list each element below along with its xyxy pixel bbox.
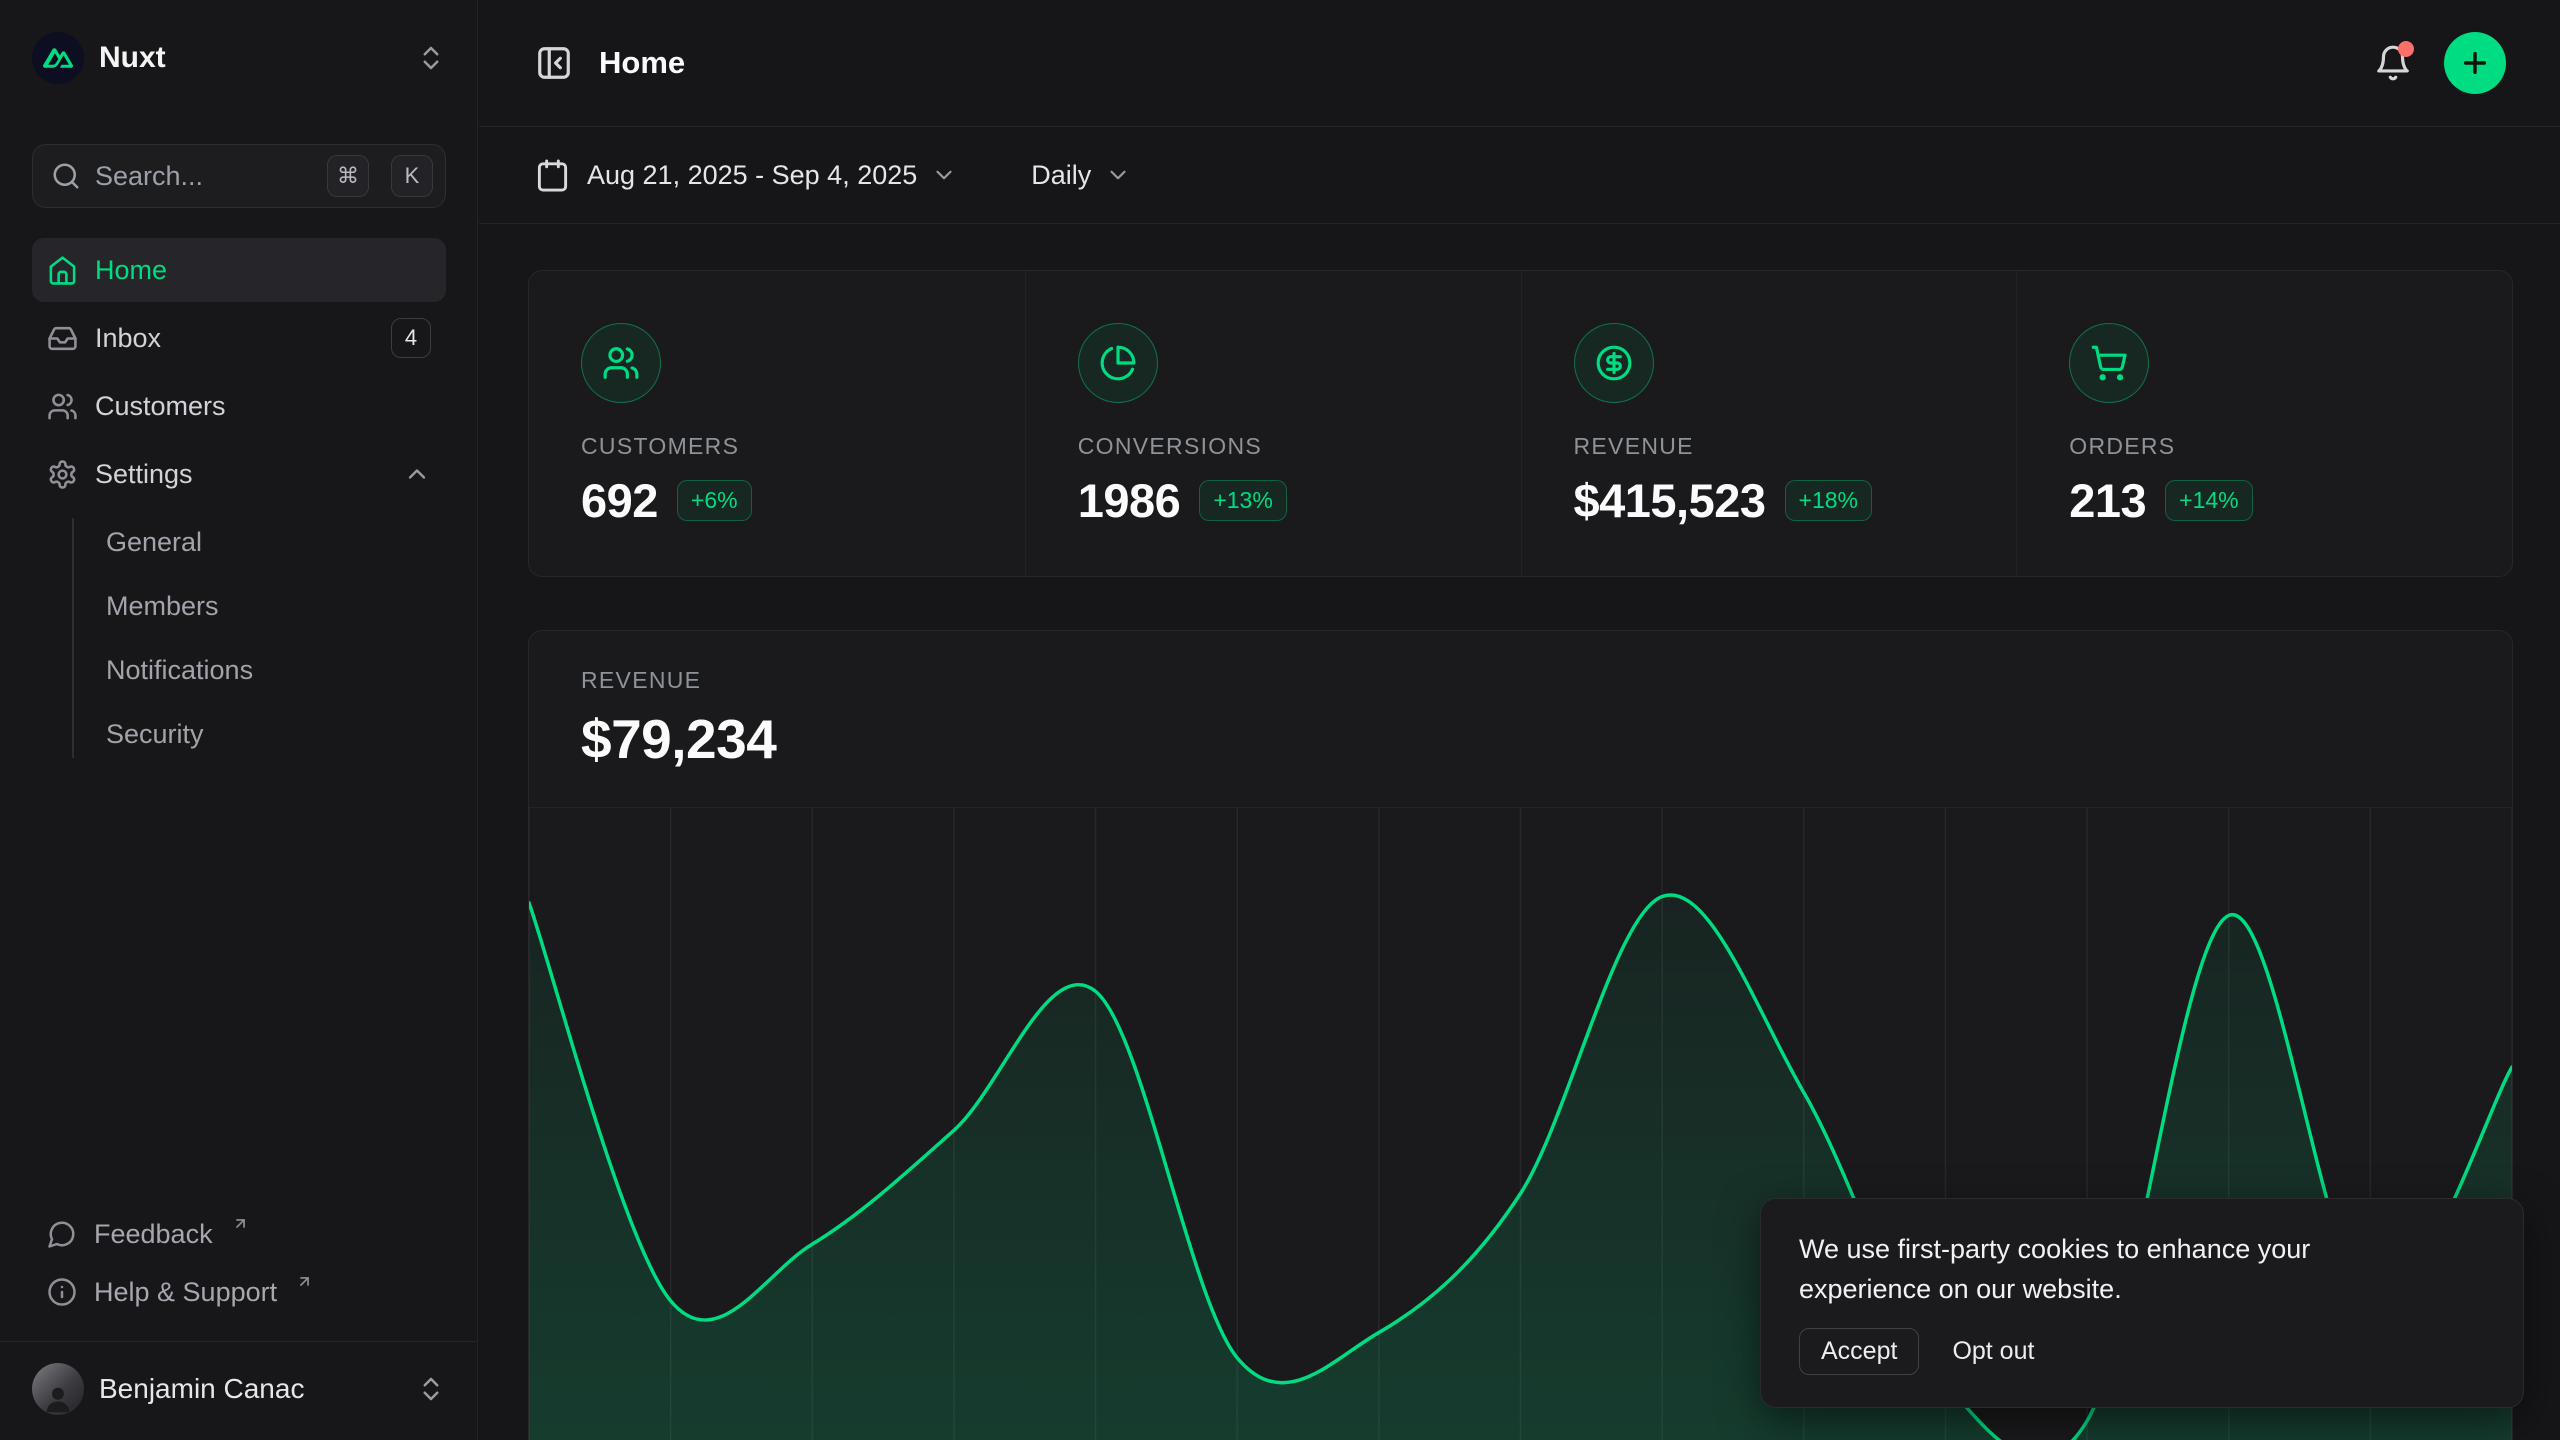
stat-value: 692 [581,473,658,528]
shopping-cart-icon [2069,323,2149,403]
sidebar-item-customers[interactable]: Customers [32,374,446,438]
cookie-actions: Accept Opt out [1799,1328,2485,1375]
gear-icon [47,459,78,490]
filter-bar: Aug 21, 2025 - Sep 4, 2025 Daily [479,127,2560,224]
date-range-picker[interactable]: Aug 21, 2025 - Sep 4, 2025 [587,160,917,191]
stat-revenue[interactable]: REVENUE $415,523 +18% [1521,271,2017,576]
calendar-icon [535,158,570,193]
page-header: Home [479,0,2560,127]
accept-button[interactable]: Accept [1799,1328,1919,1375]
feedback-label: Feedback [94,1219,213,1250]
feedback-link[interactable]: Feedback [32,1205,446,1263]
nuxt-logo-icon [32,32,84,84]
chevron-up-icon [403,460,431,488]
stat-delta-badge: +14% [2165,480,2252,521]
workspace-switcher[interactable]: Nuxt [32,26,446,90]
chevrons-up-down-icon [416,1374,446,1404]
sidebar-item-security[interactable]: Security [106,702,446,766]
search-input[interactable]: Search... ⌘ K [32,144,446,208]
sidebar-item-general[interactable]: General [106,510,446,574]
sidebar-item-label: Customers [95,391,226,422]
sidebar: Nuxt Search... ⌘ K Home [0,0,478,1440]
sidebar-item-inbox[interactable]: Inbox 4 [32,306,446,370]
stat-value: 213 [2069,473,2146,528]
stat-value: 1986 [1078,473,1181,528]
external-link-icon [232,1215,249,1232]
sidebar-item-members[interactable]: Members [106,574,446,638]
users-icon [581,323,661,403]
sidebar-item-notifications[interactable]: Notifications [106,638,446,702]
sidebar-nav: Home Inbox 4 Customers Settings [32,238,446,768]
help-support-label: Help & Support [94,1277,277,1308]
stat-orders[interactable]: ORDERS 213 +14% [2016,271,2512,576]
subnav-label: General [106,527,202,558]
stat-delta-badge: +13% [1199,480,1286,521]
sidebar-item-settings[interactable]: Settings [32,442,446,506]
revenue-chart-header: REVENUE $79,234 [529,631,2512,807]
cookie-banner: We use first-party cookies to enhance yo… [1760,1198,2524,1408]
subnav-label: Security [106,719,204,750]
home-icon [47,255,78,286]
user-name: Benjamin Canac [99,1373,304,1405]
workspace-name: Nuxt [99,41,166,75]
inbox-icon [47,323,78,354]
stat-customers[interactable]: CUSTOMERS 692 +6% [529,271,1025,576]
inbox-count-badge: 4 [391,318,431,358]
notification-dot [2398,41,2414,57]
stat-value: $415,523 [1574,473,1766,528]
stat-label: ORDERS [2069,433,2512,460]
help-support-link[interactable]: Help & Support [32,1263,446,1321]
dollar-circle-icon [1574,323,1654,403]
users-icon [47,391,78,422]
kbd-k: K [391,155,433,197]
stat-label: CONVERSIONS [1078,433,1521,460]
stat-conversions[interactable]: CONVERSIONS 1986 +13% [1025,271,1521,576]
sidebar-item-home[interactable]: Home [32,238,446,302]
external-link-icon [296,1273,313,1290]
notifications-bell-button[interactable] [2374,44,2412,82]
sidebar-item-label: Inbox [95,323,161,354]
settings-subnav: General Members Notifications Security [32,510,446,766]
dashboard-app: Nuxt Search... ⌘ K Home [0,0,2560,1440]
revenue-chart-label: REVENUE [581,667,2512,694]
chevron-down-icon [1105,162,1131,188]
add-button[interactable] [2444,32,2506,94]
stat-delta-badge: +18% [1785,480,1872,521]
search-icon [51,161,81,191]
user-menu[interactable]: Benjamin Canac [32,1342,446,1440]
sidebar-item-label: Home [95,255,167,286]
stats-card: CUSTOMERS 692 +6% CONVERSIONS 1986 +13% [528,270,2513,577]
search-placeholder: Search... [95,161,313,192]
avatar [32,1363,84,1415]
sidebar-footer: Feedback Help & Support Benjami [32,1205,446,1440]
message-bubble-icon [47,1219,77,1249]
stat-label: CUSTOMERS [581,433,1025,460]
page-title: Home [599,45,685,81]
header-actions [2374,32,2506,94]
granularity-select[interactable]: Daily [1031,160,1091,191]
sidebar-item-label: Settings [95,459,193,490]
stat-label: REVENUE [1574,433,2017,460]
stat-delta-badge: +6% [677,480,752,521]
subnav-label: Members [106,591,219,622]
opt-out-button[interactable]: Opt out [1952,1337,2034,1366]
chevron-down-icon [931,162,957,188]
pie-chart-icon [1078,323,1158,403]
subnav-label: Notifications [106,655,253,686]
collapse-sidebar-icon[interactable] [535,44,573,82]
kbd-cmd: ⌘ [327,155,369,197]
revenue-chart-value: $79,234 [581,707,2512,771]
chevrons-up-down-icon [416,43,446,73]
cookie-message: We use first-party cookies to enhance yo… [1799,1229,2439,1309]
info-circle-icon [47,1277,77,1307]
